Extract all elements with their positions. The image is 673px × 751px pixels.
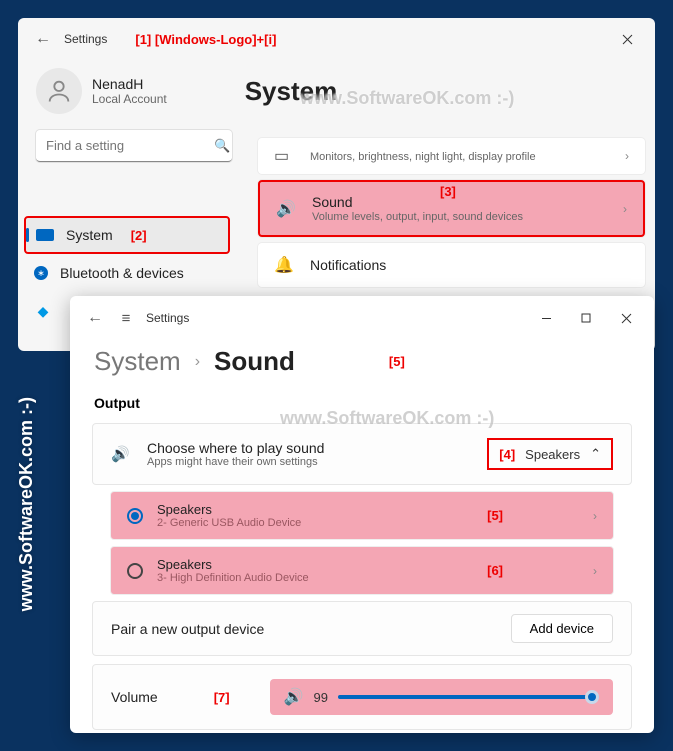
card-sub: Apps might have their own settings (147, 456, 487, 468)
computer-icon (36, 229, 54, 241)
selected-output: Speakers (525, 447, 580, 462)
section-output: Output (70, 381, 654, 419)
device-sub: 3- High Definition Audio Device (157, 572, 487, 584)
device-row-2[interactable]: Speakers 3- High Definition Audio Device… (110, 546, 614, 595)
sound-icon: 🔊 (276, 199, 298, 219)
volume-row: Volume [7] 🔊 99 (92, 664, 632, 730)
list-item-sub: Monitors, brightness, night light, displ… (310, 151, 625, 163)
user-name: NenadH (92, 76, 167, 92)
minimize-button[interactable] (526, 303, 566, 333)
chevron-up-icon: ⌃ (590, 446, 601, 462)
settings-sound-window: ← ≡ Settings System › Sound [5] Output 🔊… (70, 296, 654, 733)
chevron-right-icon: › (623, 202, 627, 216)
titlebar: ← ≡ Settings (70, 296, 654, 340)
chevron-right-icon: › (593, 564, 597, 578)
annotation-7: [7] (214, 690, 230, 705)
annotation-5: [5] (389, 354, 405, 369)
watermark-vertical: www.SoftwareOK.com :-) (16, 397, 37, 611)
sound-icon: 🔊 (111, 445, 133, 463)
volume-label: Volume (111, 689, 158, 705)
wifi-icon: ◆ (34, 304, 52, 318)
pair-device-row: Pair a new output device Add device (92, 601, 632, 656)
window-title: Settings (64, 32, 107, 46)
volume-control[interactable]: 🔊 99 (270, 679, 613, 715)
user-row: NenadH Local Account System (18, 60, 655, 122)
window-title: Settings (146, 311, 189, 325)
choose-output-card[interactable]: 🔊 Choose where to play sound Apps might … (92, 423, 632, 485)
slider-thumb[interactable] (585, 690, 599, 704)
page-title: System (245, 76, 338, 107)
user-account-type: Local Account (92, 92, 167, 106)
annotation-2: [2] (131, 228, 147, 243)
sound-icon: 🔊 (284, 687, 304, 707)
sidebar-item-label: Bluetooth & devices (60, 265, 184, 281)
breadcrumb-parent[interactable]: System (94, 346, 181, 377)
list-item-display[interactable]: ▭ Monitors, brightness, night light, dis… (258, 138, 645, 174)
breadcrumb: System › Sound [5] (70, 340, 654, 381)
card-title: Choose where to play sound (147, 440, 487, 456)
search-input[interactable] (36, 130, 232, 162)
main-list: ▭ Monitors, brightness, night light, dis… (258, 138, 645, 293)
annotation-4: [4] (499, 447, 515, 462)
titlebar: ← Settings [1] [Windows-Logo]+[i] (18, 18, 655, 60)
avatar[interactable] (36, 68, 82, 114)
chevron-right-icon: › (625, 149, 629, 163)
menu-button[interactable]: ≡ (112, 310, 140, 327)
display-icon: ▭ (274, 146, 296, 166)
sidebar-item-system[interactable]: System [2] (24, 216, 230, 254)
list-item-title: Sound (312, 194, 623, 210)
chevron-right-icon: › (195, 353, 200, 371)
sidebar-item-label: System (66, 227, 113, 243)
maximize-button[interactable] (566, 303, 606, 333)
annotation-5b: [5] (487, 508, 503, 523)
volume-slider[interactable] (338, 695, 599, 699)
device-title: Speakers (157, 557, 487, 572)
search-icon: 🔍 (214, 138, 230, 154)
device-sub: 2- Generic USB Audio Device (157, 517, 487, 529)
annotation-1: [1] [Windows-Logo]+[i] (135, 32, 276, 47)
annotation-6: [6] (487, 563, 503, 578)
close-button[interactable] (606, 303, 646, 333)
pair-label: Pair a new output device (111, 621, 511, 637)
list-item-sub: Volume levels, output, input, sound devi… (312, 211, 623, 223)
sidebar-item-bluetooth[interactable]: ∗ Bluetooth & devices (18, 254, 236, 292)
volume-value: 99 (314, 690, 328, 705)
bluetooth-icon: ∗ (34, 266, 48, 280)
radio-selected[interactable] (127, 508, 143, 524)
chevron-right-icon: › (593, 509, 597, 523)
list-item-notifications[interactable]: 🔔 Notifications (258, 243, 645, 287)
output-selector[interactable]: [4] Speakers ⌃ (487, 438, 613, 470)
list-item-title: Notifications (310, 257, 629, 273)
back-button[interactable]: ← (26, 30, 60, 48)
breadcrumb-current: Sound (214, 346, 295, 377)
device-title: Speakers (157, 502, 487, 517)
add-device-button[interactable]: Add device (511, 614, 613, 643)
radio-unselected[interactable] (127, 563, 143, 579)
close-button[interactable] (607, 24, 647, 54)
device-row-1[interactable]: Speakers 2- Generic USB Audio Device [5]… (110, 491, 614, 540)
list-item-sound[interactable]: 🔊 Sound Volume levels, output, input, so… (258, 180, 645, 237)
back-button[interactable]: ← (78, 309, 112, 327)
bell-icon: 🔔 (274, 255, 296, 275)
